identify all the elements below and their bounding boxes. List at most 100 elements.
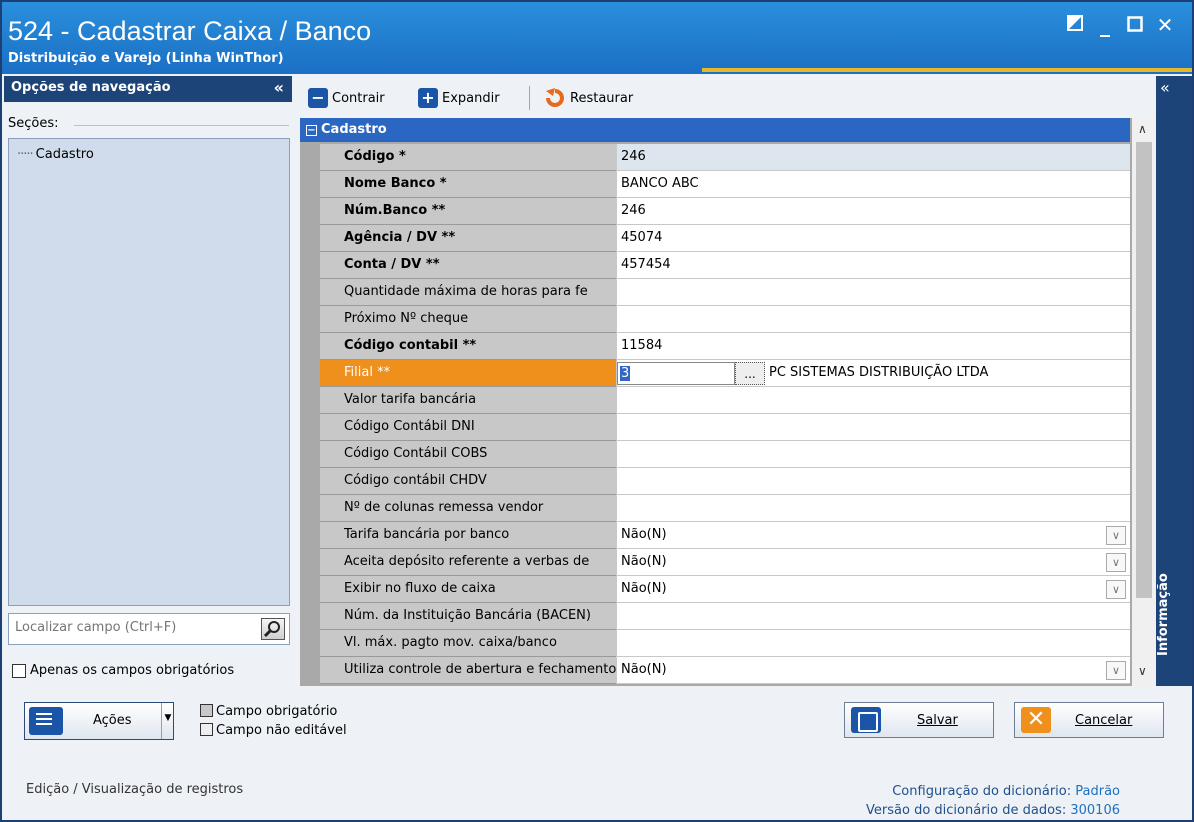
field-value[interactable] <box>616 495 1130 522</box>
property-grid: − Cadastro Código * 246 Nome Banco * BANC… <box>300 118 1156 686</box>
collapse-navigation-icon[interactable]: « <box>274 78 284 97</box>
field-value[interactable] <box>616 441 1130 468</box>
info-sidebar-label: Informação <box>1156 573 1171 656</box>
table-row[interactable]: Código * 246 <box>300 144 1130 171</box>
field-label: Código * <box>320 144 616 171</box>
close-window-button[interactable]: ✕ <box>1154 14 1176 36</box>
legend-readonly: Campo não editável <box>200 721 347 740</box>
select-value[interactable]: Não(N) ∨ <box>616 576 1130 603</box>
checkbox-icon[interactable] <box>12 663 26 678</box>
legend-required: Campo obrigatório <box>200 702 347 721</box>
caret-down-icon[interactable]: ▼ <box>161 703 174 739</box>
cancel-button[interactable]: ✕ Cancelar <box>1014 702 1164 738</box>
expand-info-icon[interactable]: « <box>1160 78 1170 97</box>
field-label: Código Contábil COBS <box>320 441 616 468</box>
field-value[interactable] <box>616 279 1130 306</box>
field-label: Vl. máx. pagto mov. caixa/banco <box>320 630 616 657</box>
dict-config-value: Padrão <box>1075 784 1120 799</box>
dict-config-label: Configuração do dicionário: <box>892 784 1072 799</box>
required-only-label: Apenas os campos obrigatórios <box>30 663 235 678</box>
field-value[interactable]: BANCO ABC <box>616 171 1130 198</box>
table-row[interactable]: Vl. máx. pagto mov. caixa/banco <box>300 630 1130 657</box>
title-bar: 524 - Cadastrar Caixa / Banco Distribuiç… <box>2 2 1192 74</box>
field-value[interactable] <box>616 603 1130 630</box>
info-sidebar[interactable]: « Informação <box>1156 76 1192 686</box>
minus-icon: − <box>308 88 328 108</box>
select-value[interactable]: Não(N) ∨ <box>616 549 1130 576</box>
field-value[interactable] <box>616 414 1130 441</box>
grid-scrollbar[interactable]: ∧ ∨ <box>1132 118 1156 686</box>
chevron-down-icon[interactable]: ∨ <box>1106 553 1126 572</box>
table-row[interactable]: Quantidade máxima de horas para fe <box>300 279 1130 306</box>
field-value[interactable]: 246 <box>616 144 1130 171</box>
field-label: Próximo Nº cheque <box>320 306 616 333</box>
filial-input[interactable]: 3 <box>617 362 735 385</box>
scrollbar-thumb[interactable] <box>1136 142 1152 598</box>
save-label: Salvar <box>917 713 958 728</box>
field-value[interactable]: 45074 <box>616 225 1130 252</box>
restore-button[interactable]: Restaurar <box>544 86 633 110</box>
table-row[interactable]: Utiliza controle de abertura e fechament… <box>300 657 1130 684</box>
table-row[interactable]: Exibir no fluxo de caixa Não(N) ∨ <box>300 576 1130 603</box>
tree-item-cadastro[interactable]: ····· Cadastro <box>17 147 94 162</box>
floppy-disk-icon <box>851 707 881 733</box>
table-row[interactable]: Próximo Nº cheque <box>300 306 1130 333</box>
field-legend: Campo obrigatório Campo não editável <box>200 702 347 740</box>
search-input[interactable] <box>15 620 251 635</box>
legend-swatch-required <box>200 704 213 717</box>
field-label: Nº de colunas remessa vendor <box>320 495 616 522</box>
select-value[interactable]: Não(N) ∨ <box>616 657 1130 684</box>
collapse-button[interactable]: − Contrair <box>308 86 385 110</box>
window-title: 524 - Cadastrar Caixa / Banco <box>8 16 372 46</box>
chevron-down-icon[interactable]: ∨ <box>1106 580 1126 599</box>
scroll-up-icon[interactable]: ∧ <box>1138 122 1147 136</box>
collapse-category-icon[interactable]: − <box>306 125 317 136</box>
search-icon <box>263 621 280 638</box>
bottom-panel: Ações ▼ Campo obrigatório Campo não edit… <box>4 690 1192 820</box>
field-label: Núm. da Instituição Bancária (BACEN) <box>320 603 616 630</box>
table-row[interactable]: Núm. da Instituição Bancária (BACEN) <box>300 603 1130 630</box>
table-row[interactable]: Código Contábil COBS <box>300 441 1130 468</box>
field-label: Valor tarifa bancária <box>320 387 616 414</box>
field-value[interactable]: 11584 <box>616 333 1130 360</box>
field-label: Utiliza controle de abertura e fechament… <box>320 657 616 684</box>
table-row[interactable]: Código contábil CHDV <box>300 468 1130 495</box>
category-header[interactable]: − Cadastro <box>300 118 1130 142</box>
field-value[interactable] <box>616 306 1130 333</box>
table-row[interactable]: Valor tarifa bancária <box>300 387 1130 414</box>
field-value[interactable] <box>616 387 1130 414</box>
select-value[interactable]: Não(N) ∨ <box>616 522 1130 549</box>
table-row[interactable]: Aceita depósito referente a verbas de Nã… <box>300 549 1130 576</box>
legend-readonly-label: Campo não editável <box>216 723 347 738</box>
maximize-window-button[interactable] <box>1124 14 1146 36</box>
field-value[interactable]: 457454 <box>616 252 1130 279</box>
actions-button[interactable]: Ações ▼ <box>24 702 174 740</box>
search-button[interactable] <box>261 618 285 640</box>
table-row[interactable]: Agência / DV ** 45074 <box>300 225 1130 252</box>
minimize-window-button[interactable]: _ <box>1094 14 1116 36</box>
field-value[interactable] <box>616 468 1130 495</box>
app-window: 524 - Cadastrar Caixa / Banco Distribuiç… <box>0 0 1194 822</box>
table-row-active[interactable]: Filial ** 3 ... PC SISTEMAS DISTRIBUIÇÃO… <box>300 360 1130 387</box>
table-row[interactable]: Código Contábil DNI <box>300 414 1130 441</box>
table-row[interactable]: Núm.Banco ** 246 <box>300 198 1130 225</box>
table-row[interactable]: Nome Banco * BANCO ABC <box>300 171 1130 198</box>
table-row[interactable]: Tarifa bancária por banco Não(N) ∨ <box>300 522 1130 549</box>
chevron-down-icon[interactable]: ∨ <box>1106 661 1126 680</box>
field-value[interactable]: 246 <box>616 198 1130 225</box>
table-row[interactable]: Conta / DV ** 457454 <box>300 252 1130 279</box>
chevron-down-icon[interactable]: ∨ <box>1106 526 1126 545</box>
required-only-checkbox[interactable]: Apenas os campos obrigatórios <box>12 663 234 678</box>
field-value[interactable] <box>616 630 1130 657</box>
expand-button[interactable]: + Expandir <box>418 86 500 110</box>
scroll-down-icon[interactable]: ∨ <box>1138 664 1147 678</box>
legend-required-label: Campo obrigatório <box>216 704 338 719</box>
select-text: Não(N) <box>621 662 667 677</box>
save-button[interactable]: Salvar <box>844 702 994 738</box>
field-label: Código contábil CHDV <box>320 468 616 495</box>
field-label: Aceita depósito referente a verbas de <box>320 549 616 576</box>
filial-lookup-button[interactable]: ... <box>735 362 765 385</box>
table-row[interactable]: Código contabil ** 11584 <box>300 333 1130 360</box>
table-row[interactable]: Nº de colunas remessa vendor <box>300 495 1130 522</box>
restore-window-icon[interactable] <box>1064 14 1086 36</box>
